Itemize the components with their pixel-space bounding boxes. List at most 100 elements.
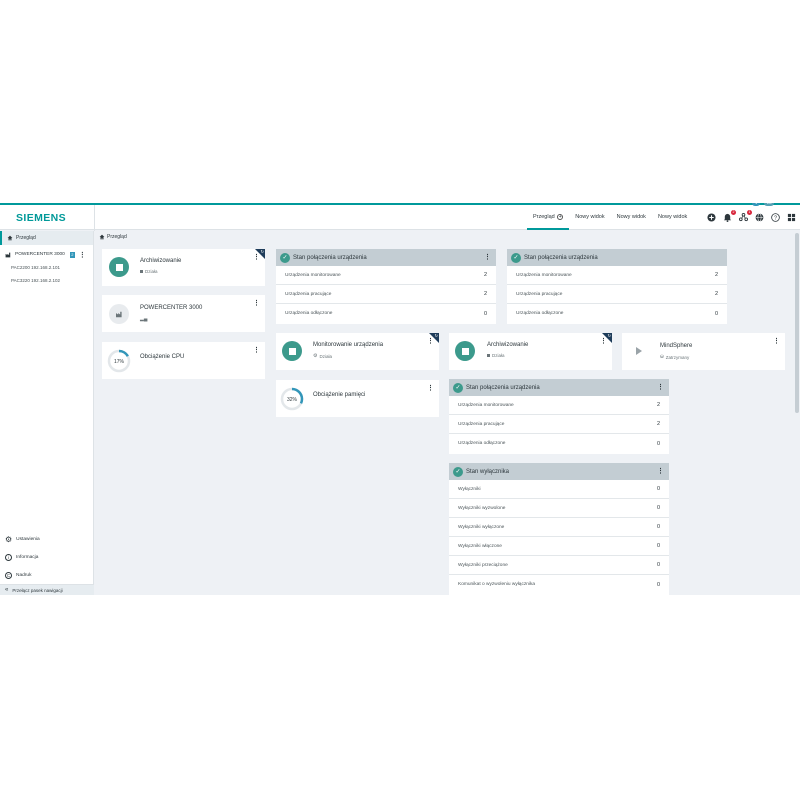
- sidebar-item-pac3220[interactable]: PAC3220 192.168.2.102: [0, 274, 93, 287]
- more-icon[interactable]: ⋮: [253, 347, 260, 354]
- breadcrumb: Przegląd: [99, 234, 127, 240]
- more-icon[interactable]: ⋮: [427, 338, 434, 345]
- panel-header: ✓ Stan połączenia urządzenia ⋮: [449, 379, 669, 396]
- panel-row: Urządzenia odłączone 0: [276, 304, 496, 323]
- status-icon: [487, 354, 490, 357]
- tile-title: Obciążenie pamięci: [313, 392, 366, 398]
- more-icon[interactable]: ⋮: [773, 338, 780, 345]
- tile-title: Monitorowanie urządzenia: [313, 342, 384, 348]
- help-icon[interactable]: ?: [771, 213, 780, 222]
- row-value: 2: [714, 272, 718, 278]
- sidebar-item-label: Nadruk: [16, 572, 32, 578]
- tab-new-view-1[interactable]: Nowy widok: [569, 205, 610, 230]
- sidebar-bottom: ⚙ Ustawienia i Informacja C Nadruk « Prz…: [0, 530, 94, 595]
- tile-archiving[interactable]: ↻ Archiwizowanie Działa ⋮: [102, 249, 265, 286]
- row-label: Urządzenia monitorowane: [516, 272, 572, 278]
- copyright-icon: C: [5, 571, 12, 579]
- database-icon: ⛁: [660, 354, 664, 359]
- stop-icon: [455, 341, 475, 361]
- tile-memory-load[interactable]: 32% Obciążenie pamięci ⋮: [276, 380, 439, 417]
- tile-archiving-2[interactable]: ↻ Archiwizowanie Działa ⋮: [449, 333, 612, 370]
- panel-row: Urządzenia odłączone 0: [507, 304, 727, 323]
- sidebar-collapse-toggle[interactable]: « Przełącz pasek nawigacji: [0, 584, 94, 595]
- row-value: 0: [483, 310, 487, 317]
- status-icon: [140, 270, 143, 273]
- add-circle-icon[interactable]: [707, 213, 716, 222]
- row-label: Wyłączniki wyzwolone: [458, 505, 506, 511]
- sidebar-item-overview[interactable]: Przegląd: [0, 231, 93, 245]
- tile-cpu-load[interactable]: 17% Obciążenie CPU ⋮: [102, 342, 265, 379]
- more-icon[interactable]: ⋮: [600, 338, 607, 345]
- row-label: Wyłączniki wyłączone: [458, 524, 505, 530]
- stop-icon: [282, 341, 302, 361]
- panel-row: Wyłączniki wyłączone 0: [449, 518, 669, 537]
- vertical-scrollbar[interactable]: [794, 231, 800, 595]
- row-label: Wyłączniki: [458, 486, 481, 492]
- home-icon[interactable]: [99, 234, 105, 240]
- more-icon[interactable]: ⋮: [657, 384, 664, 391]
- more-icon[interactable]: ⋮: [253, 300, 260, 307]
- tab-overview[interactable]: Przegląd +: [527, 205, 570, 230]
- add-view-icon[interactable]: +: [557, 214, 564, 220]
- app-window: SIEMENS Przegląd + Nowy widok Nowy widok…: [0, 203, 800, 595]
- row-label: Urządzenia odłączone: [458, 441, 506, 446]
- breadcrumb-label[interactable]: Przegląd: [107, 234, 127, 240]
- sidebar-item-imprint[interactable]: C Nadruk: [0, 566, 94, 584]
- memory-gauge: 32%: [280, 387, 304, 411]
- cpu-gauge: 17%: [107, 349, 131, 373]
- panel-row: Wyłączniki przeciążone 0: [449, 556, 669, 575]
- bell-icon[interactable]: 2: [723, 210, 736, 222]
- sidebar-item-powercenter[interactable]: POWERCENTER 3000 2 ⋮: [0, 248, 93, 261]
- row-label: Urządzenia pracujące: [285, 291, 332, 297]
- tab-new-view-2[interactable]: Nowy widok: [611, 205, 652, 230]
- panel-row: Urządzenia pracujące 2: [276, 285, 496, 304]
- gear-icon: ⚙: [5, 534, 13, 544]
- grid-icon[interactable]: [787, 213, 796, 222]
- panel-header: ✓ Stan połączenia urządzenia: [507, 249, 727, 266]
- more-icon[interactable]: ⋮: [79, 251, 86, 259]
- network-icon[interactable]: 1: [739, 210, 752, 222]
- tile-title: Obciążenie CPU: [140, 354, 185, 360]
- tile-mindsphere[interactable]: MindSphere ⛁ Zatrzymany ⋮: [622, 333, 785, 370]
- play-icon: [636, 347, 642, 355]
- panel-row: Urządzenia pracujące 2: [449, 415, 669, 434]
- tile-status: ⚙ Działa: [313, 353, 332, 359]
- status-label: Działa: [145, 269, 158, 274]
- tile-title: Archiwizowanie: [140, 258, 182, 264]
- row-value: 2: [714, 291, 718, 297]
- more-icon[interactable]: ⋮: [657, 468, 664, 475]
- sidebar-item-settings[interactable]: ⚙ Ustawienia: [0, 530, 94, 548]
- row-value: 0: [656, 486, 660, 492]
- row-value: 2: [656, 402, 660, 408]
- row-value: 0: [714, 310, 718, 317]
- sidebar-item-info[interactable]: i Informacja: [0, 548, 94, 566]
- row-value: 0: [656, 505, 660, 511]
- panel-connection-status-3: ✓ Stan połączenia urządzenia ⋮ Urządzeni…: [449, 379, 669, 454]
- panel-row: Komunikat o wyzwoleniu wyłącznika 0: [449, 575, 669, 594]
- panel-title: Stan połączenia urządzenia: [293, 254, 367, 261]
- panel-connection-status-1: ✓ Stan połączenia urządzenia ⋮ Urządzeni…: [276, 249, 496, 324]
- scrollbar-thumb[interactable]: [795, 233, 799, 413]
- sidebar-item-label: Informacja: [16, 554, 39, 560]
- row-value: 0: [656, 581, 660, 588]
- row-value: 0: [656, 440, 660, 447]
- sidebar-item-label: Przegląd: [16, 235, 36, 241]
- more-icon[interactable]: ⋮: [484, 254, 491, 261]
- sidebar-item-label: POWERCENTER 3000: [15, 252, 65, 257]
- panel-breaker-status: ✓ Stan wyłącznika ⋮ Wyłączniki 0 Wyłączni…: [449, 463, 669, 595]
- globe-icon[interactable]: [755, 213, 764, 222]
- more-icon[interactable]: ⋮: [427, 385, 434, 392]
- row-label: Wyłączniki przeciążone: [458, 562, 508, 568]
- sidebar-item-pac2200[interactable]: PAC2200 192.168.2.101: [0, 261, 93, 274]
- panel-title: Stan połączenia urządzenia: [524, 254, 598, 261]
- svg-text:?: ?: [774, 216, 777, 222]
- tile-status: Działa: [487, 353, 505, 358]
- row-label: Komunikat o wyzwoleniu wyłącznika: [458, 582, 536, 587]
- tab-new-view-3[interactable]: Nowy widok: [652, 205, 693, 230]
- top-bar: SIEMENS Przegląd + Nowy widok Nowy widok…: [0, 203, 800, 231]
- more-icon[interactable]: ⋮: [253, 254, 260, 261]
- tile-powercenter[interactable]: POWERCENTER 3000 ▂▄ ⋮: [102, 295, 265, 332]
- tab-label: Przegląd: [533, 214, 555, 220]
- panel-row: Urządzenia monitorowane 2: [449, 396, 669, 415]
- tile-device-monitoring[interactable]: ↻ Monitorowanie urządzenia ⚙ Działa ⋮: [276, 333, 439, 370]
